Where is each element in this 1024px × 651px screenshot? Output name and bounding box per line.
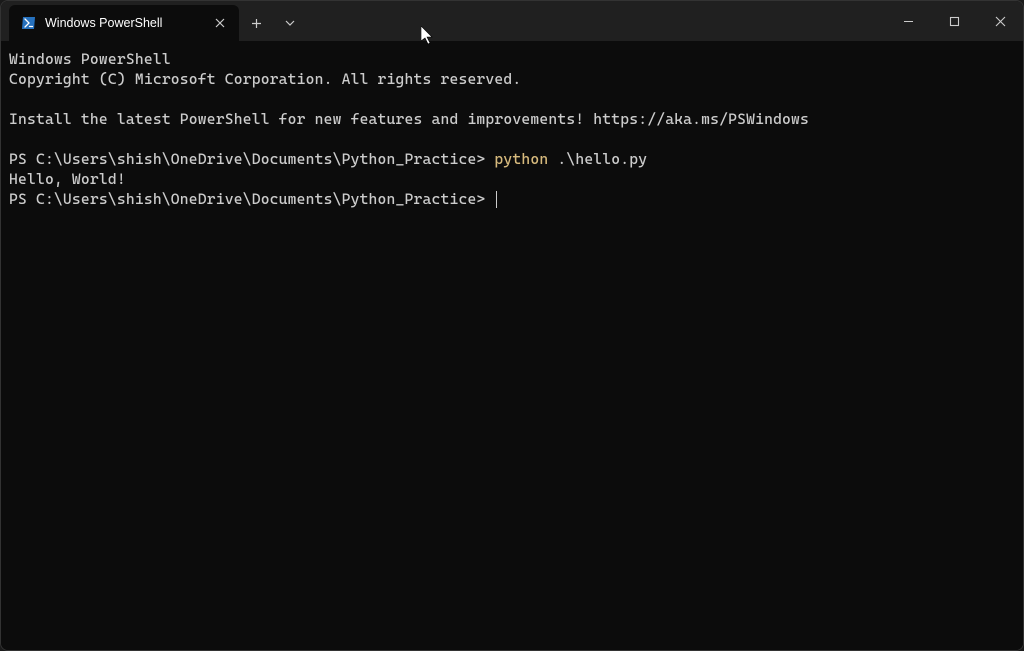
new-tab-button[interactable] bbox=[239, 5, 273, 41]
terminal-command-line: PS C:\Users\shish\OneDrive\Documents\Pyt… bbox=[9, 149, 1015, 169]
maximize-button[interactable] bbox=[931, 1, 977, 41]
terminal-blank-line bbox=[9, 129, 1015, 149]
prompt: PS C:\Users\shish\OneDrive\Documents\Pyt… bbox=[9, 150, 494, 168]
titlebar[interactable]: Windows PowerShell bbox=[1, 1, 1023, 41]
terminal-window: Windows PowerShell Windows bbox=[0, 0, 1024, 651]
titlebar-drag-area[interactable] bbox=[307, 1, 885, 41]
terminal-line: Install the latest PowerShell for new fe… bbox=[9, 109, 1015, 129]
powershell-icon bbox=[21, 15, 37, 31]
terminal-output[interactable]: Windows PowerShellCopyright (C) Microsof… bbox=[1, 41, 1023, 650]
terminal-output-line: Hello, World! bbox=[9, 169, 1015, 189]
text-cursor bbox=[496, 191, 497, 208]
terminal-blank-line bbox=[9, 89, 1015, 109]
minimize-button[interactable] bbox=[885, 1, 931, 41]
terminal-current-prompt: PS C:\Users\shish\OneDrive\Documents\Pyt… bbox=[9, 189, 1015, 210]
command-args: .\hello.py bbox=[548, 150, 647, 168]
tab-actions bbox=[239, 5, 307, 41]
tab-dropdown-button[interactable] bbox=[273, 5, 307, 41]
window-controls bbox=[885, 1, 1023, 41]
tab-powershell[interactable]: Windows PowerShell bbox=[9, 5, 239, 41]
terminal-line: Copyright (C) Microsoft Corporation. All… bbox=[9, 69, 1015, 89]
close-window-button[interactable] bbox=[977, 1, 1023, 41]
prompt: PS C:\Users\shish\OneDrive\Documents\Pyt… bbox=[9, 190, 494, 208]
tab-close-button[interactable] bbox=[211, 14, 229, 32]
command-program: python bbox=[494, 150, 548, 168]
tab-title: Windows PowerShell bbox=[45, 16, 203, 30]
terminal-line: Windows PowerShell bbox=[9, 49, 1015, 69]
